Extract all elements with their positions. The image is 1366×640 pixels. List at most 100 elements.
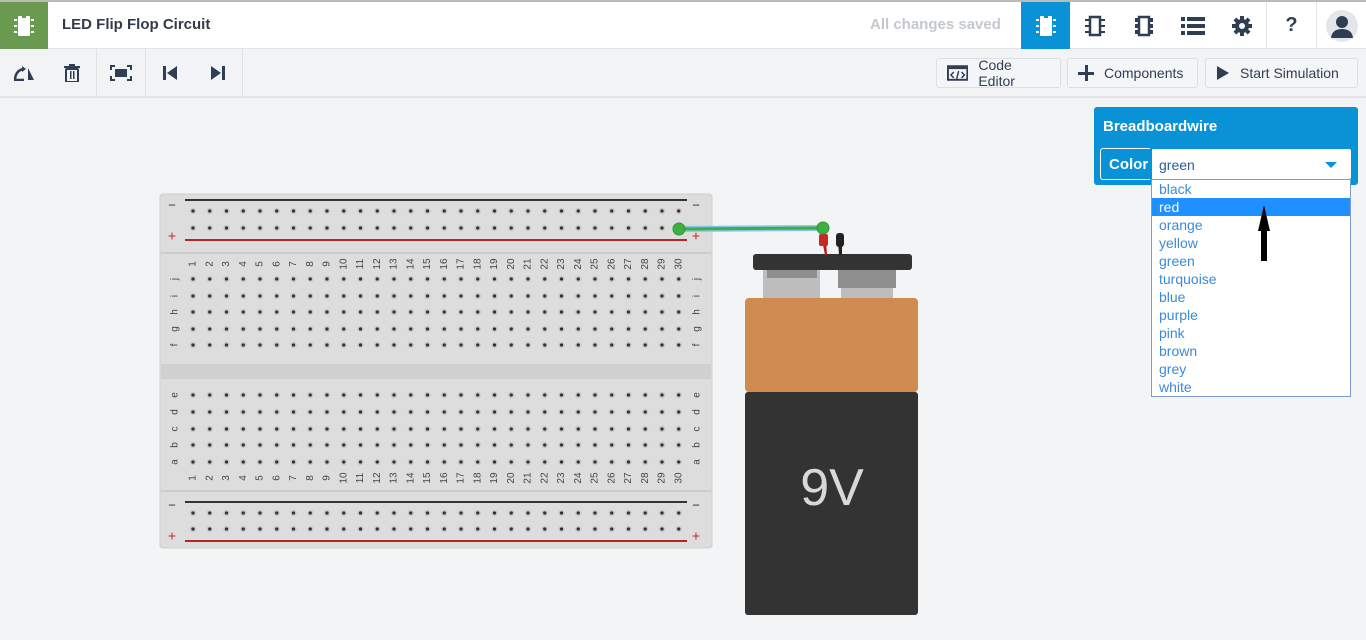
- breadboard-hole[interactable]: [625, 308, 632, 316]
- breadboard-hole[interactable]: [273, 224, 280, 232]
- breadboard-hole[interactable]: [323, 408, 331, 416]
- breadboard-hole[interactable]: [390, 341, 398, 349]
- start-simulation-button[interactable]: Start Simulation: [1205, 58, 1358, 88]
- breadboard-hole[interactable]: [256, 341, 264, 349]
- breadboard-hole[interactable]: [541, 224, 548, 232]
- breadboard-hole[interactable]: [457, 425, 465, 433]
- breadboard-hole[interactable]: [424, 292, 431, 300]
- breadboard-hole[interactable]: [591, 441, 599, 449]
- breadboard-hole[interactable]: [575, 525, 582, 533]
- breadboard-hole[interactable]: [625, 391, 632, 399]
- breadboard-hole[interactable]: [625, 408, 632, 416]
- breadboard-hole[interactable]: [558, 509, 565, 517]
- breadboard-hole[interactable]: [307, 391, 314, 399]
- breadboard-hole[interactable]: [390, 308, 398, 316]
- breadboard-hole[interactable]: [256, 207, 264, 215]
- breadboard-hole[interactable]: [273, 207, 280, 215]
- breadboard-hole[interactable]: [240, 325, 247, 333]
- breadboard-hole[interactable]: [642, 207, 649, 215]
- breadboard-hole[interactable]: [323, 325, 331, 333]
- breadboard-hole[interactable]: [424, 207, 431, 215]
- breadboard-hole[interactable]: [240, 425, 247, 433]
- breadboard-hole[interactable]: [658, 207, 666, 215]
- breadboard-hole[interactable]: [240, 408, 247, 416]
- breadboard-hole[interactable]: [524, 275, 532, 283]
- breadboard-hole[interactable]: [491, 341, 498, 349]
- color-option-brown[interactable]: brown: [1152, 342, 1350, 360]
- breadboard-hole[interactable]: [223, 308, 230, 316]
- breadboard-hole[interactable]: [591, 224, 599, 232]
- breadboard-hole[interactable]: [407, 408, 414, 416]
- breadboard-hole[interactable]: [441, 458, 448, 466]
- color-option-yellow[interactable]: yellow: [1152, 234, 1350, 252]
- breadboard-hole[interactable]: [524, 458, 532, 466]
- breadboard-hole[interactable]: [608, 275, 615, 283]
- breadboard-hole[interactable]: [223, 275, 230, 283]
- breadboard-hole[interactable]: [457, 325, 465, 333]
- breadboard-hole[interactable]: [374, 275, 381, 283]
- breadboard-hole[interactable]: [290, 509, 297, 517]
- breadboard-hole[interactable]: [575, 458, 582, 466]
- breadboard-hole[interactable]: [189, 525, 197, 533]
- breadboard-hole[interactable]: [357, 525, 364, 533]
- color-option-white[interactable]: white: [1152, 378, 1350, 396]
- breadboard-hole[interactable]: [457, 341, 465, 349]
- breadboard-hole[interactable]: [390, 441, 398, 449]
- breadboard-hole[interactable]: [273, 425, 280, 433]
- breadboard-hole[interactable]: [575, 292, 582, 300]
- breadboard-hole[interactable]: [675, 308, 682, 316]
- color-option-grey[interactable]: grey: [1152, 360, 1350, 378]
- breadboard-hole[interactable]: [206, 391, 213, 399]
- breadboard-hole[interactable]: [491, 391, 498, 399]
- schematic-view-button[interactable]: [1070, 2, 1119, 49]
- bom-view-button[interactable]: [1168, 2, 1217, 49]
- breadboard-hole[interactable]: [575, 425, 582, 433]
- breadboard-hole[interactable]: [424, 275, 431, 283]
- breadboard-hole[interactable]: [189, 441, 197, 449]
- breadboard-hole[interactable]: [625, 325, 632, 333]
- breadboard-hole[interactable]: [658, 341, 666, 349]
- breadboard-hole[interactable]: [240, 224, 247, 232]
- breadboard-hole[interactable]: [407, 224, 414, 232]
- breadboard-hole[interactable]: [541, 525, 548, 533]
- breadboard-hole[interactable]: [508, 525, 515, 533]
- breadboard-hole[interactable]: [340, 224, 347, 232]
- breadboard-hole[interactable]: [608, 292, 615, 300]
- breadboard-hole[interactable]: [357, 458, 364, 466]
- breadboard-hole[interactable]: [374, 408, 381, 416]
- breadboard-hole[interactable]: [642, 425, 649, 433]
- breadboard-hole[interactable]: [608, 509, 615, 517]
- breadboard-hole[interactable]: [508, 325, 515, 333]
- breadboard-hole[interactable]: [307, 308, 314, 316]
- breadboard-hole[interactable]: [491, 408, 498, 416]
- breadboard-hole[interactable]: [323, 341, 331, 349]
- breadboard-hole[interactable]: [424, 408, 431, 416]
- breadboard-hole[interactable]: [206, 341, 213, 349]
- breadboard-hole[interactable]: [240, 509, 247, 517]
- breadboard-hole[interactable]: [307, 509, 314, 517]
- breadboard-hole[interactable]: [223, 292, 230, 300]
- breadboard-hole[interactable]: [441, 408, 448, 416]
- breadboard-hole[interactable]: [591, 458, 599, 466]
- breadboard-hole[interactable]: [541, 275, 548, 283]
- breadboard-hole[interactable]: [625, 275, 632, 283]
- breadboard-hole[interactable]: [474, 408, 481, 416]
- breadboard-hole[interactable]: [491, 224, 498, 232]
- breadboard-hole[interactable]: [206, 292, 213, 300]
- breadboard-hole[interactable]: [307, 292, 314, 300]
- breadboard-hole[interactable]: [240, 525, 247, 533]
- breadboard-hole[interactable]: [206, 525, 213, 533]
- breadboard-hole[interactable]: [206, 509, 213, 517]
- breadboard-hole[interactable]: [189, 408, 197, 416]
- breadboard-hole[interactable]: [256, 391, 264, 399]
- breadboard-hole[interactable]: [524, 292, 532, 300]
- breadboard-hole[interactable]: [541, 292, 548, 300]
- breadboard-hole[interactable]: [240, 458, 247, 466]
- breadboard-hole[interactable]: [424, 341, 431, 349]
- breadboard-hole[interactable]: [608, 458, 615, 466]
- breadboard-hole[interactable]: [524, 408, 532, 416]
- breadboard-hole[interactable]: [608, 341, 615, 349]
- breadboard-hole[interactable]: [608, 425, 615, 433]
- breadboard-hole[interactable]: [474, 224, 481, 232]
- settings-button[interactable]: [1217, 2, 1266, 49]
